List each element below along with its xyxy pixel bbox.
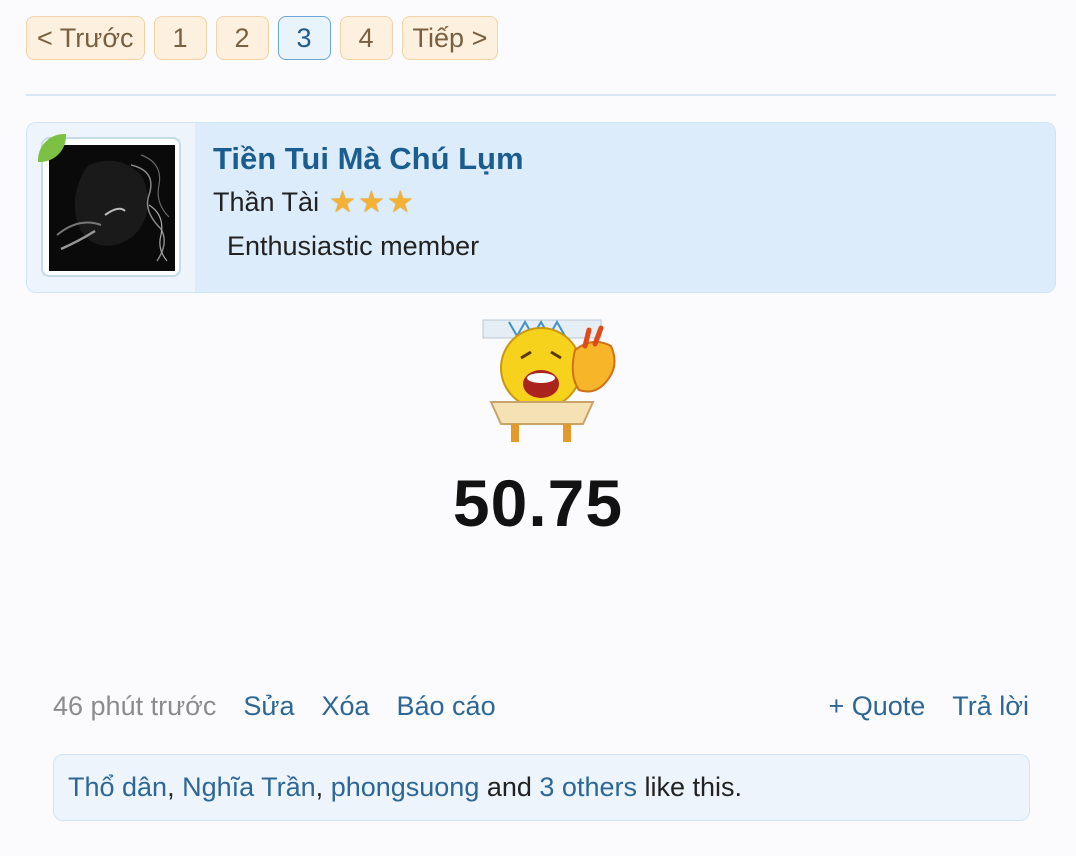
page-3-current[interactable]: 3 — [277, 16, 331, 60]
star-icon: ★ — [329, 185, 356, 219]
star-icon: ★ — [386, 185, 414, 219]
avatar[interactable] — [41, 137, 181, 277]
likes-summary: Thổ dân, Nghĩa Trần, phongsuong and 3 ot… — [53, 754, 1030, 821]
likes-separator: , — [315, 772, 331, 802]
reply-link[interactable]: Trả lời — [952, 691, 1029, 722]
page-1-button[interactable]: 1 — [153, 16, 207, 60]
report-link[interactable]: Báo cáo — [397, 691, 496, 722]
post-author-bar: Tiền Tui Mà Chú Lụm Thần Tài ★ ★ ★ Enthu… — [26, 122, 1056, 293]
divider — [26, 94, 1056, 96]
author-username[interactable]: Tiền Tui Mà Chú Lụm — [213, 141, 524, 177]
post-time[interactable]: 46 phút trước — [53, 691, 216, 722]
post-meta-right: + Quote Trả lời — [828, 691, 1029, 722]
page-4-button[interactable]: 4 — [339, 16, 393, 60]
member-status: Enthusiastic member — [227, 231, 480, 261]
prev-page-button[interactable]: < Trước — [26, 16, 145, 60]
liker-link[interactable]: phongsuong — [331, 772, 480, 802]
post-content: 50.75 — [452, 466, 624, 540]
liker-link[interactable]: Nghĩa Trần — [182, 772, 316, 802]
likes-others-link[interactable]: 3 others — [539, 772, 637, 802]
author-title-row: Thần Tài ★ ★ ★ — [213, 187, 414, 218]
quote-link[interactable]: + Quote — [828, 691, 925, 722]
page-2-button[interactable]: 2 — [215, 16, 269, 60]
avatar-image — [49, 145, 175, 271]
liker-link[interactable]: Thổ dân — [68, 772, 167, 802]
rank-stars: ★ ★ ★ — [329, 185, 414, 219]
likes-and-text: and — [479, 772, 540, 802]
smiley-emoticon — [461, 306, 621, 448]
likes-suffix: like this. — [636, 772, 743, 802]
likes-separator: , — [167, 772, 183, 802]
star-icon: ★ — [357, 185, 385, 219]
edit-link[interactable]: Sửa — [243, 691, 294, 722]
avatar-column — [27, 123, 195, 292]
author-title: Thần Tài — [213, 187, 320, 217]
next-page-button[interactable]: Tiếp > — [401, 16, 499, 60]
post-meta-left: 46 phút trước Sửa Xóa Báo cáo — [53, 691, 496, 722]
delete-link[interactable]: Xóa — [321, 691, 369, 722]
pagination: < Trước 1 2 3 4 Tiếp > — [26, 16, 499, 60]
